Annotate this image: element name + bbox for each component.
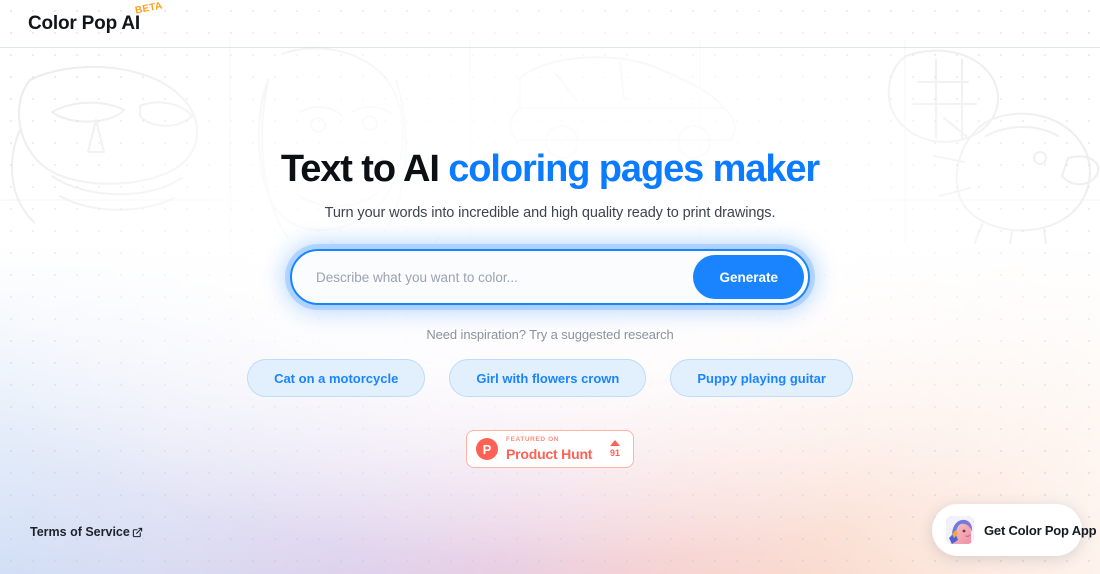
product-hunt-name: Product Hunt: [506, 445, 593, 462]
product-hunt-texts: FEATURED ON Product Hunt: [506, 437, 602, 461]
get-app-label: Get Color Pop App: [984, 522, 1097, 538]
headline-plain: Text to AI: [280, 148, 449, 190]
generate-button[interactable]: Generate: [693, 255, 804, 299]
product-hunt-upvote-count: 91: [609, 448, 620, 458]
external-link-icon: [132, 527, 143, 537]
terms-of-service-link[interactable]: Terms of Service: [30, 525, 143, 539]
site-header: Color Pop AI BETA: [0, 0, 1100, 48]
product-hunt-logo-icon: P: [476, 438, 498, 460]
hero-subtitle: Turn your words into incredible and high…: [324, 205, 776, 221]
product-hunt-upvote[interactable]: 91: [609, 440, 624, 458]
search-input[interactable]: [292, 251, 694, 303]
logo[interactable]: Color Pop AI BETA: [28, 0, 164, 34]
logo-text: Color Pop AI: [28, 13, 140, 34]
hero-section: Text to AI coloring pages maker Turn you…: [0, 48, 1100, 574]
suggestion-chip-2[interactable]: Girl with flowers crown: [449, 359, 647, 397]
upvote-arrow-icon: [609, 440, 620, 446]
prompt-search-bar[interactable]: Generate: [290, 249, 810, 305]
page-title: Text to AI coloring pages maker: [280, 148, 820, 191]
suggestion-chip-1[interactable]: Cat on a motorcycle: [247, 359, 426, 397]
product-hunt-featured-label: FEATURED ON: [506, 436, 560, 444]
product-hunt-badge[interactable]: P FEATURED ON Product Hunt 91: [466, 430, 634, 468]
get-app-button[interactable]: Get Color Pop App: [932, 504, 1097, 556]
headline-accent: coloring pages maker: [448, 148, 820, 190]
beta-badge: BETA: [134, 0, 164, 17]
suggestion-chips: Cat on a motorcycle Girl with flowers cr…: [247, 359, 853, 397]
suggestion-chip-3[interactable]: Puppy playing guitar: [670, 359, 853, 397]
inspiration-label: Need inspiration? Try a suggested resear…: [426, 327, 674, 342]
terms-of-service-label: Terms of Service: [30, 525, 130, 539]
color-pop-app-icon: [946, 516, 974, 544]
